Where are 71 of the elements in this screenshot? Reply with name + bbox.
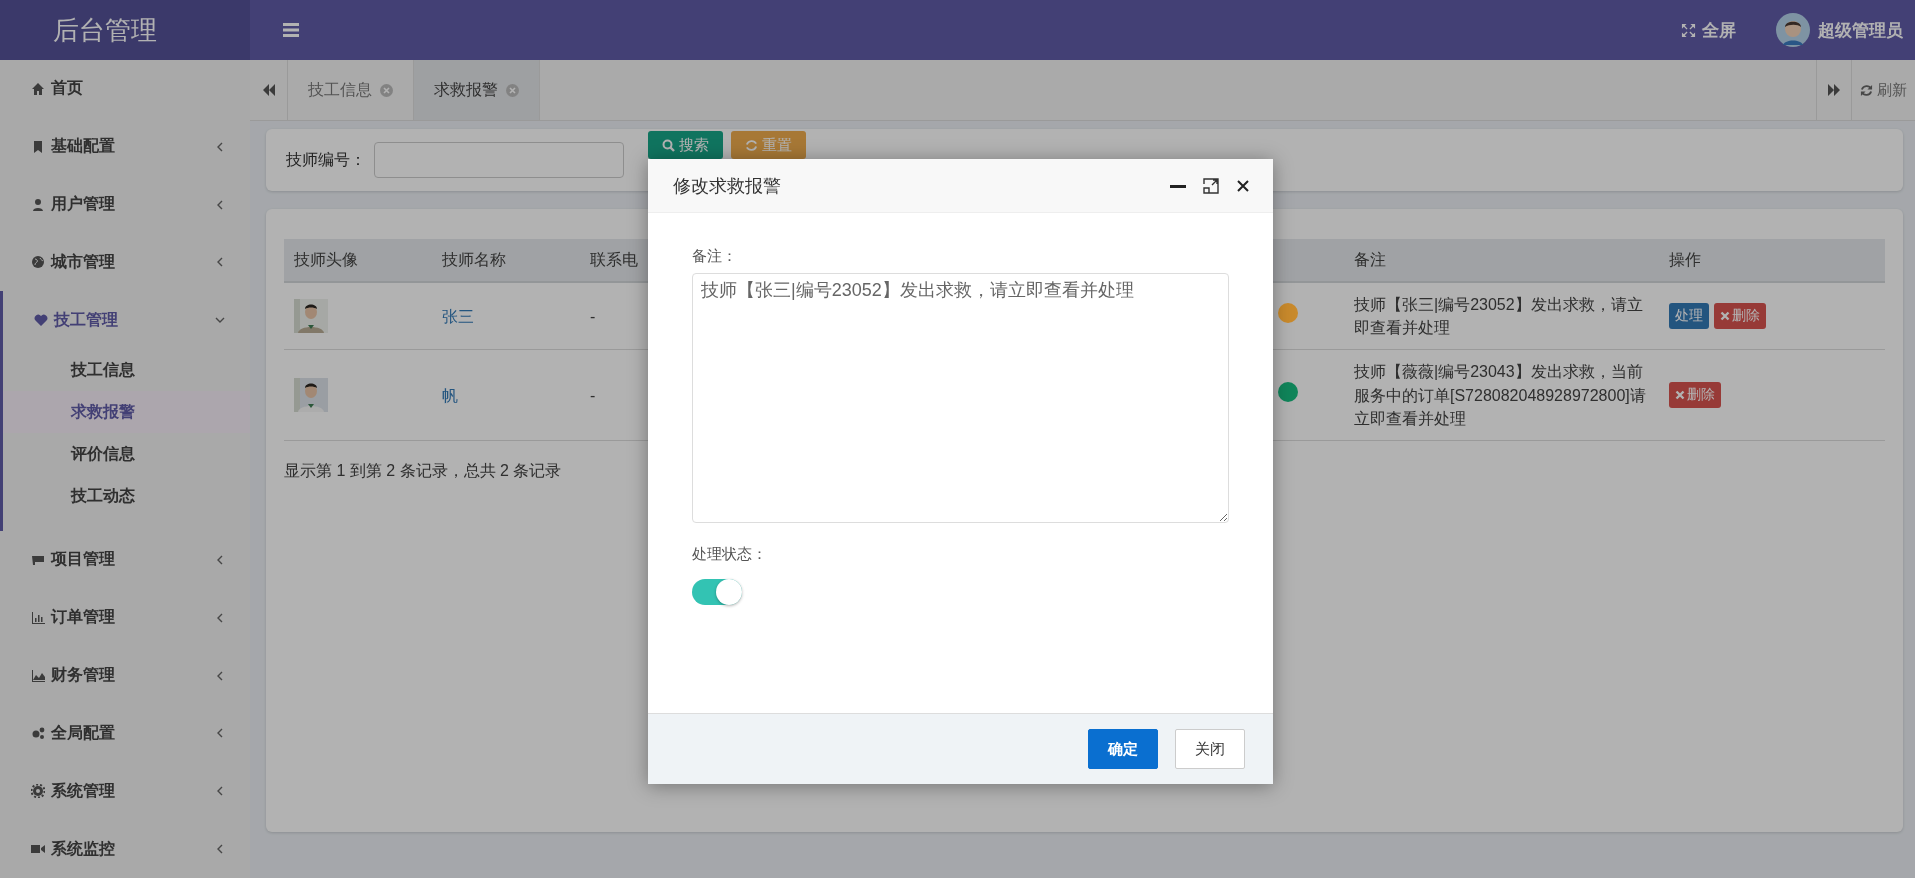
table-cell: 帆 (432, 349, 580, 441)
pagination-info: 显示第 1 到第 2 条记录，总共 2 条记录 (284, 460, 563, 481)
sidebar-item[interactable]: 订单管理 (0, 588, 250, 647)
chevron-left-icon (215, 554, 225, 565)
avatar-icon (1776, 13, 1810, 47)
chevron-left-icon (215, 199, 225, 210)
toggle-switch[interactable] (692, 579, 742, 605)
chevron-left-icon (215, 728, 225, 739)
search-icon (662, 138, 675, 152)
delete-button[interactable]: 删除 (1714, 303, 1766, 330)
confirm-button[interactable]: 确定 (1088, 729, 1158, 769)
sidebar-item[interactable]: 基础配置 (0, 117, 250, 176)
menu-icon[interactable] (283, 23, 299, 37)
submenu-item[interactable]: 求救报警 (3, 391, 250, 434)
sidebar-item[interactable]: 项目管理 (0, 531, 250, 589)
close-button[interactable]: 关闭 (1175, 729, 1245, 769)
chevron-left-icon (215, 257, 225, 268)
sidebar-item[interactable]: 财务管理 (0, 646, 250, 705)
cross-icon (1675, 390, 1685, 401)
user-icon (31, 197, 45, 212)
heart-icon (34, 313, 48, 328)
chevron-left-icon (215, 844, 225, 855)
column-header: 操作 (1659, 239, 1885, 282)
refresh-icon (745, 138, 758, 152)
sidebar-item[interactable]: 技工管理 (0, 291, 250, 350)
sidebar-item[interactable]: 全局配置 (0, 704, 250, 763)
technician-id-field[interactable] (374, 142, 624, 178)
maximize-icon[interactable] (1203, 177, 1219, 194)
page-tab[interactable]: 求救报警 (414, 60, 540, 120)
table-cell: 技师【张三|编号23052】发出求救，请立即查看并处理 (1344, 282, 1659, 350)
home-icon (31, 81, 45, 96)
globe-icon (31, 255, 45, 270)
process-button[interactable]: 处理 (1669, 303, 1709, 330)
field-label: 备注： (692, 247, 737, 266)
chevron-left-icon (215, 786, 225, 797)
chevron-left-icon (215, 612, 225, 623)
double-right-icon (1827, 84, 1841, 96)
chevron-left-icon (215, 670, 225, 681)
column-header: 备注 (1344, 239, 1659, 282)
app-title: 后台管理 (0, 0, 250, 60)
fullscreen-button[interactable]: 全屏 (1681, 18, 1736, 42)
remark-field[interactable]: 技师【张三|编号23052】发出求救，请立即查看并处理 (692, 273, 1229, 523)
table-cell: 张三 (432, 282, 580, 350)
gear-icon (31, 784, 45, 799)
field-label: 技师编号： (286, 149, 366, 170)
delete-button[interactable]: 删除 (1669, 382, 1721, 409)
submenu-item[interactable]: 技工动态 (3, 475, 250, 518)
gears-icon (31, 726, 45, 741)
user-menu[interactable]: 超级管理员 (1776, 13, 1903, 47)
bookmark-icon (31, 139, 45, 154)
column-header: 技师头像 (284, 239, 432, 282)
close-icon[interactable] (1236, 178, 1250, 193)
sidebar-item[interactable]: 用户管理 (0, 175, 250, 234)
expand-icon (1681, 22, 1696, 38)
chevron-left-icon (215, 141, 225, 152)
sidebar-item[interactable]: 首页 (0, 60, 250, 118)
submenu-item[interactable]: 评价信息 (3, 433, 250, 476)
submenu-item[interactable]: 技工信息 (3, 349, 250, 392)
sidebar-item[interactable]: 系统管理 (0, 762, 250, 821)
table-cell: 技师【薇薇|编号23043】发出求救，当前服务中的订单[S728082048928972800]请立即查看并处理 (1344, 349, 1659, 441)
refresh-icon (1860, 83, 1873, 97)
double-left-icon (261, 84, 276, 96)
field-label: 处理状态： (692, 545, 767, 564)
scroll-right-button[interactable] (1816, 60, 1852, 120)
area-chart-icon (31, 668, 45, 683)
bar-chart-icon (31, 610, 45, 625)
sidebar-item[interactable]: 系统监控 (0, 820, 250, 878)
column-header: 技师名称 (432, 239, 580, 282)
dialog-title: 修改求救报警 (673, 174, 782, 198)
sidebar-item[interactable]: 城市管理 (0, 233, 250, 292)
cross-icon (1720, 311, 1730, 322)
